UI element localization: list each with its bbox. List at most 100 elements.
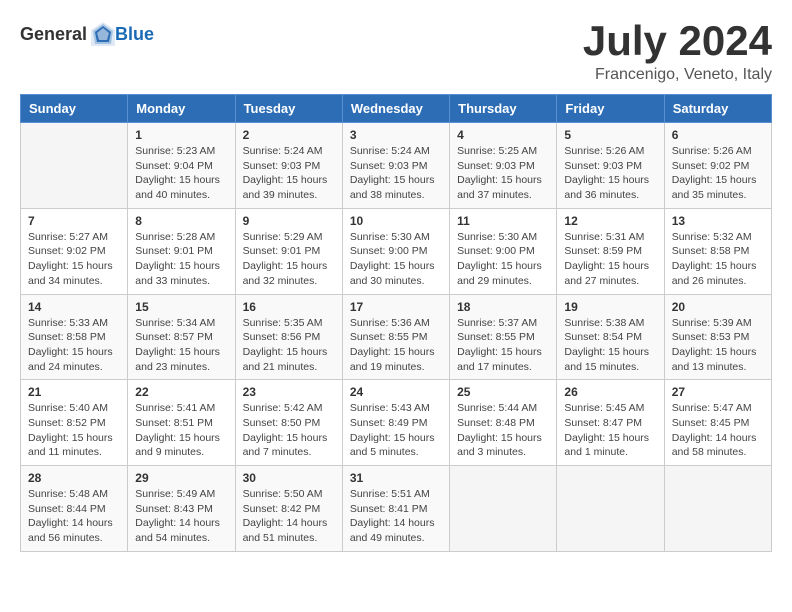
- day-number: 18: [457, 300, 549, 314]
- calendar-cell: 28 Sunrise: 5:48 AM Sunset: 8:44 PM Dayli…: [21, 466, 128, 552]
- calendar-body: 1Sunrise: 5:23 AM Sunset: 9:04 PM Daylig…: [21, 123, 772, 552]
- header-row: SundayMondayTuesdayWednesdayThursdayFrid…: [21, 95, 772, 123]
- calendar-cell: 8Sunrise: 5:28 AM Sunset: 9:01 PM Daylig…: [128, 208, 235, 294]
- header-cell-saturday: Saturday: [664, 95, 771, 123]
- calendar-cell: 26Sunrise: 5:45 AM Sunset: 8:47 PM Dayli…: [557, 380, 664, 466]
- day-number: 25: [457, 385, 549, 399]
- day-number: 5: [564, 128, 656, 142]
- calendar-cell: 17Sunrise: 5:36 AM Sunset: 8:55 PM Dayli…: [342, 294, 449, 380]
- header-cell-tuesday: Tuesday: [235, 95, 342, 123]
- day-number: 14: [28, 300, 120, 314]
- calendar-cell: 9 Sunrise: 5:29 AM Sunset: 9:01 PM Daylig…: [235, 208, 342, 294]
- day-number: 23: [243, 385, 335, 399]
- month-title: July 2024: [583, 20, 772, 62]
- week-row-4: 21 Sunrise: 5:40 AM Sunset: 8:52 PM Dayli…: [21, 380, 772, 466]
- day-info: Sunrise: 5:24 AM Sunset: 9:03 PM Dayligh…: [350, 144, 442, 203]
- calendar-cell: 15 Sunrise: 5:34 AM Sunset: 8:57 PM Dayli…: [128, 294, 235, 380]
- day-info: Sunrise: 5:50 AM Sunset: 8:42 PM Dayligh…: [243, 487, 335, 546]
- day-info: Sunrise: 5:43 AM Sunset: 8:49 PM Dayligh…: [350, 401, 442, 460]
- day-number: 28: [28, 471, 120, 485]
- header: General Blue July 2024 Francenigo, Venet…: [20, 20, 772, 84]
- week-row-5: 28 Sunrise: 5:48 AM Sunset: 8:44 PM Dayli…: [21, 466, 772, 552]
- day-info: Sunrise: 5:42 AM Sunset: 8:50 PM Dayligh…: [243, 401, 335, 460]
- day-info: Sunrise: 5:29 AM Sunset: 9:01 PM Dayligh…: [243, 230, 335, 289]
- day-info: Sunrise: 5:44 AM Sunset: 8:48 PM Dayligh…: [457, 401, 549, 460]
- calendar-header: SundayMondayTuesdayWednesdayThursdayFrid…: [21, 95, 772, 123]
- week-row-2: 7Sunrise: 5:27 AM Sunset: 9:02 PM Daylig…: [21, 208, 772, 294]
- day-info: Sunrise: 5:30 AM Sunset: 9:00 PM Dayligh…: [457, 230, 549, 289]
- day-info: Sunrise: 5:41 AM Sunset: 8:51 PM Dayligh…: [135, 401, 227, 460]
- day-info: Sunrise: 5:31 AM Sunset: 8:59 PM Dayligh…: [564, 230, 656, 289]
- day-number: 21: [28, 385, 120, 399]
- day-number: 30: [243, 471, 335, 485]
- calendar-cell: 10 Sunrise: 5:30 AM Sunset: 9:00 PM Dayli…: [342, 208, 449, 294]
- day-info: Sunrise: 5:37 AM Sunset: 8:55 PM Dayligh…: [457, 316, 549, 375]
- week-row-1: 1Sunrise: 5:23 AM Sunset: 9:04 PM Daylig…: [21, 123, 772, 209]
- calendar-cell: 5Sunrise: 5:26 AM Sunset: 9:03 PM Daylig…: [557, 123, 664, 209]
- calendar-cell: 20 Sunrise: 5:39 AM Sunset: 8:53 PM Dayli…: [664, 294, 771, 380]
- calendar-cell: 24 Sunrise: 5:43 AM Sunset: 8:49 PM Dayli…: [342, 380, 449, 466]
- calendar-cell: 21 Sunrise: 5:40 AM Sunset: 8:52 PM Dayli…: [21, 380, 128, 466]
- calendar-cell: 14 Sunrise: 5:33 AM Sunset: 8:58 PM Dayli…: [21, 294, 128, 380]
- day-number: 1: [135, 128, 227, 142]
- calendar-cell: 18 Sunrise: 5:37 AM Sunset: 8:55 PM Dayli…: [450, 294, 557, 380]
- day-info: Sunrise: 5:48 AM Sunset: 8:44 PM Dayligh…: [28, 487, 120, 546]
- day-info: Sunrise: 5:38 AM Sunset: 8:54 PM Dayligh…: [564, 316, 656, 375]
- day-number: 24: [350, 385, 442, 399]
- day-number: 26: [564, 385, 656, 399]
- calendar-cell: [21, 123, 128, 209]
- calendar-cell: 1Sunrise: 5:23 AM Sunset: 9:04 PM Daylig…: [128, 123, 235, 209]
- day-number: 7: [28, 214, 120, 228]
- day-number: 20: [672, 300, 764, 314]
- calendar-cell: 25 Sunrise: 5:44 AM Sunset: 8:48 PM Dayli…: [450, 380, 557, 466]
- day-number: 13: [672, 214, 764, 228]
- day-number: 29: [135, 471, 227, 485]
- calendar-table: SundayMondayTuesdayWednesdayThursdayFrid…: [20, 94, 772, 552]
- day-info: Sunrise: 5:34 AM Sunset: 8:57 PM Dayligh…: [135, 316, 227, 375]
- logo-icon: [89, 20, 117, 48]
- header-cell-sunday: Sunday: [21, 95, 128, 123]
- day-number: 4: [457, 128, 549, 142]
- title-area: July 2024 Francenigo, Veneto, Italy: [583, 20, 772, 84]
- day-info: Sunrise: 5:25 AM Sunset: 9:03 PM Dayligh…: [457, 144, 549, 203]
- day-number: 9: [243, 214, 335, 228]
- day-number: 16: [243, 300, 335, 314]
- calendar-cell: 29 Sunrise: 5:49 AM Sunset: 8:43 PM Dayli…: [128, 466, 235, 552]
- day-info: Sunrise: 5:28 AM Sunset: 9:01 PM Dayligh…: [135, 230, 227, 289]
- calendar-cell: 13 Sunrise: 5:32 AM Sunset: 8:58 PM Dayli…: [664, 208, 771, 294]
- location-title: Francenigo, Veneto, Italy: [583, 66, 772, 84]
- day-number: 3: [350, 128, 442, 142]
- day-info: Sunrise: 5:30 AM Sunset: 9:00 PM Dayligh…: [350, 230, 442, 289]
- header-cell-friday: Friday: [557, 95, 664, 123]
- logo-blue-text: Blue: [115, 24, 154, 45]
- day-info: Sunrise: 5:33 AM Sunset: 8:58 PM Dayligh…: [28, 316, 120, 375]
- day-info: Sunrise: 5:47 AM Sunset: 8:45 PM Dayligh…: [672, 401, 764, 460]
- calendar-cell: 23 Sunrise: 5:42 AM Sunset: 8:50 PM Dayli…: [235, 380, 342, 466]
- calendar-cell: [450, 466, 557, 552]
- calendar-cell: 27 Sunrise: 5:47 AM Sunset: 8:45 PM Dayli…: [664, 380, 771, 466]
- calendar-cell: [664, 466, 771, 552]
- calendar-cell: 11Sunrise: 5:30 AM Sunset: 9:00 PM Dayli…: [450, 208, 557, 294]
- day-info: Sunrise: 5:40 AM Sunset: 8:52 PM Dayligh…: [28, 401, 120, 460]
- day-info: Sunrise: 5:49 AM Sunset: 8:43 PM Dayligh…: [135, 487, 227, 546]
- day-number: 15: [135, 300, 227, 314]
- day-number: 19: [564, 300, 656, 314]
- calendar-cell: 30 Sunrise: 5:50 AM Sunset: 8:42 PM Dayli…: [235, 466, 342, 552]
- calendar-cell: [557, 466, 664, 552]
- calendar-cell: 12Sunrise: 5:31 AM Sunset: 8:59 PM Dayli…: [557, 208, 664, 294]
- day-info: Sunrise: 5:32 AM Sunset: 8:58 PM Dayligh…: [672, 230, 764, 289]
- week-row-3: 14 Sunrise: 5:33 AM Sunset: 8:58 PM Dayli…: [21, 294, 772, 380]
- day-number: 22: [135, 385, 227, 399]
- day-number: 10: [350, 214, 442, 228]
- day-info: Sunrise: 5:26 AM Sunset: 9:02 PM Dayligh…: [672, 144, 764, 203]
- calendar-cell: 2 Sunrise: 5:24 AM Sunset: 9:03 PM Daylig…: [235, 123, 342, 209]
- day-number: 17: [350, 300, 442, 314]
- day-number: 2: [243, 128, 335, 142]
- day-info: Sunrise: 5:24 AM Sunset: 9:03 PM Dayligh…: [243, 144, 335, 203]
- day-number: 27: [672, 385, 764, 399]
- calendar-cell: 4 Sunrise: 5:25 AM Sunset: 9:03 PM Daylig…: [450, 123, 557, 209]
- header-cell-monday: Monday: [128, 95, 235, 123]
- calendar-cell: 31Sunrise: 5:51 AM Sunset: 8:41 PM Dayli…: [342, 466, 449, 552]
- day-info: Sunrise: 5:39 AM Sunset: 8:53 PM Dayligh…: [672, 316, 764, 375]
- day-number: 6: [672, 128, 764, 142]
